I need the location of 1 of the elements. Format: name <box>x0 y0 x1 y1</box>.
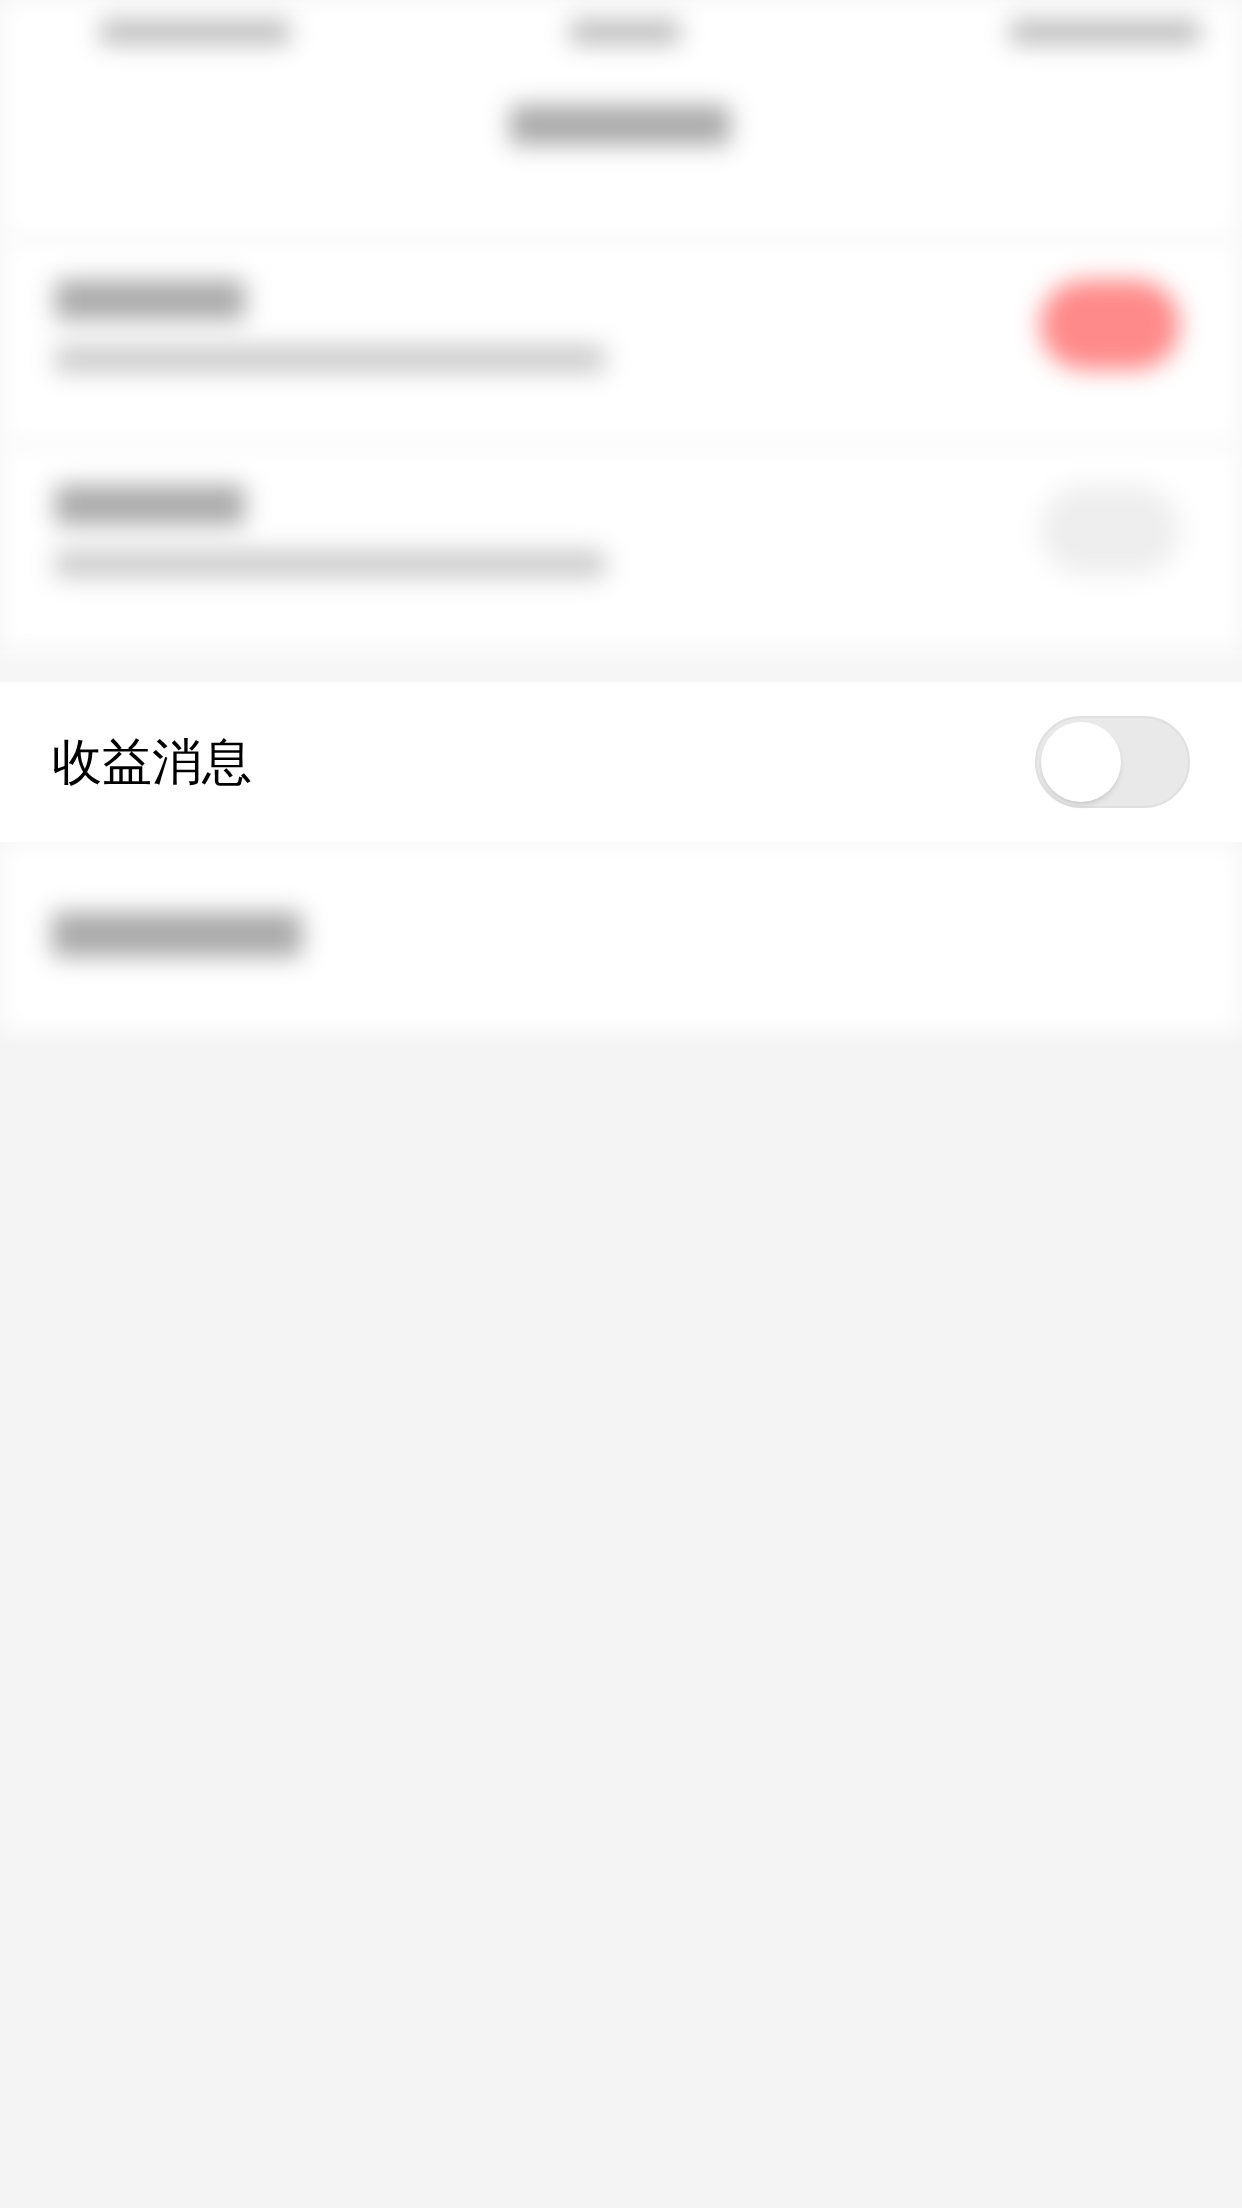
setting-label: 收益消息 <box>52 732 252 792</box>
